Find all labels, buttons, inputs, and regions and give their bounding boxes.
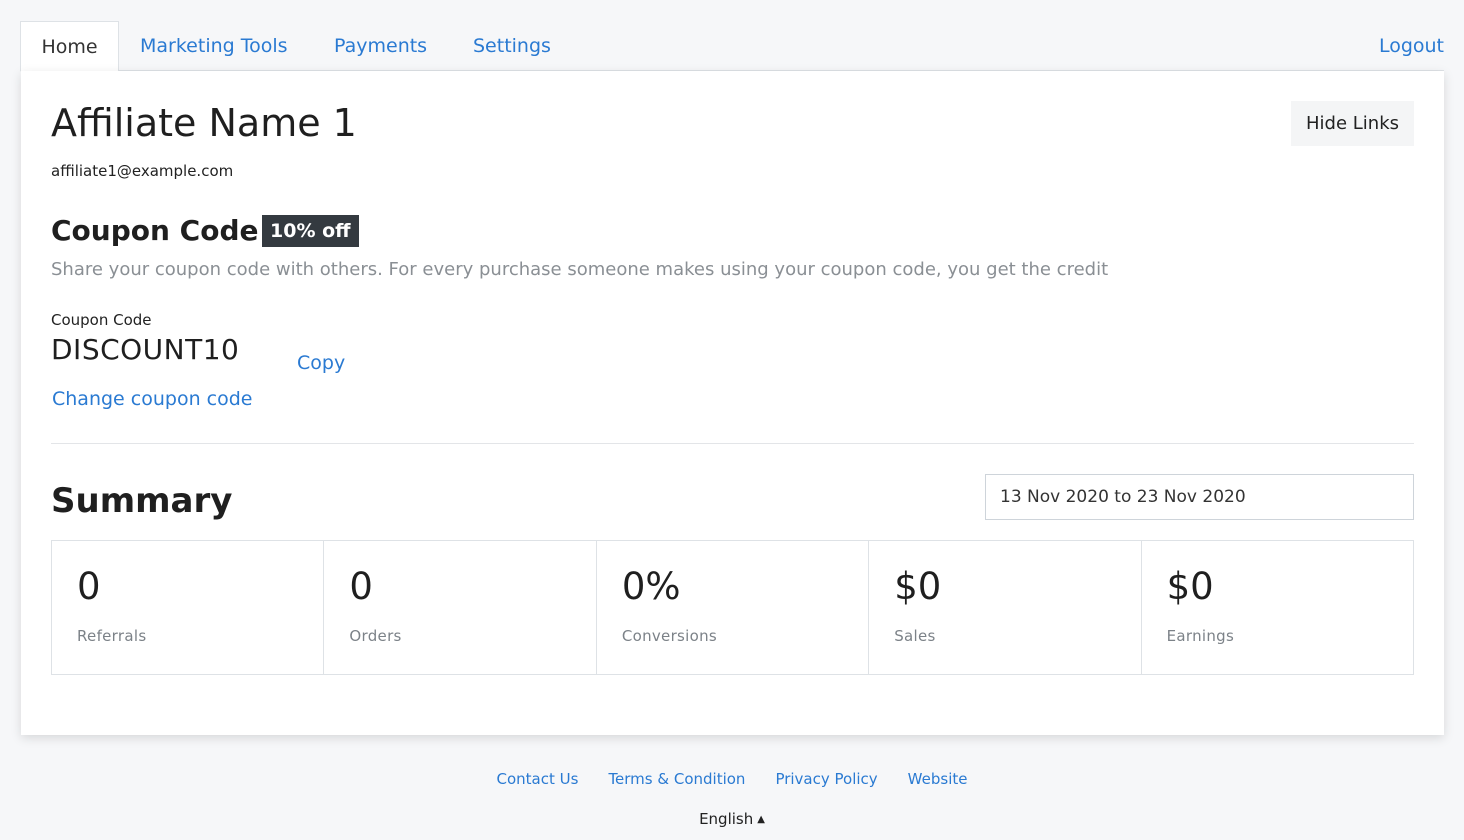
stat-value: $0 — [894, 565, 942, 608]
discount-badge: 10% off — [262, 215, 359, 247]
tab-payments[interactable]: Payments — [334, 21, 427, 71]
main-card: Affiliate Name 1 Hide Links affiliate1@e… — [21, 71, 1444, 735]
stat-sales: $0 Sales — [869, 541, 1142, 674]
language-label: English — [699, 810, 754, 828]
summary-stats: 0 Referrals 0 Orders 0% Conversions $0 S… — [51, 540, 1414, 675]
change-coupon-link[interactable]: Change coupon code — [52, 388, 252, 410]
language-selector[interactable]: English ▲ — [0, 810, 1464, 828]
date-range-input[interactable] — [985, 474, 1414, 520]
stat-label: Conversions — [621, 627, 718, 645]
coupon-code-value: DISCOUNT10 — [51, 333, 240, 366]
stat-value: 0 — [349, 565, 373, 608]
stat-label: Referrals — [77, 627, 147, 645]
summary-title: Summary — [51, 481, 233, 521]
stat-earnings: $0 Earnings — [1142, 541, 1413, 674]
tab-marketing-tools[interactable]: Marketing Tools — [140, 21, 288, 71]
stat-value: $0 — [1166, 565, 1214, 608]
footer-link-terms[interactable]: Terms & Condition — [608, 770, 745, 792]
footer-link-website[interactable]: Website — [908, 770, 968, 792]
affiliate-email: affiliate1@example.com — [51, 162, 234, 180]
caret-up-icon: ▲ — [757, 814, 765, 825]
stat-orders: 0 Orders — [324, 541, 597, 674]
stat-value: 0 — [77, 565, 101, 608]
coupon-code-heading: Coupon Code — [51, 214, 259, 247]
hide-links-button[interactable]: Hide Links — [1291, 101, 1414, 146]
stat-referrals: 0 Referrals — [52, 541, 325, 674]
stat-label: Sales — [894, 627, 936, 645]
stat-conversions: 0% Conversions — [597, 541, 870, 674]
section-divider — [51, 443, 1414, 444]
affiliate-name: Affiliate Name 1 — [51, 101, 357, 145]
coupon-description: Share your coupon code with others. For … — [51, 259, 1109, 280]
tab-settings[interactable]: Settings — [473, 21, 551, 71]
stat-value: 0% — [621, 565, 681, 608]
nav-tabs: Home Marketing Tools Payments Settings L… — [20, 21, 1444, 72]
stat-label: Earnings — [1166, 627, 1235, 645]
footer-link-privacy-policy[interactable]: Privacy Policy — [775, 770, 877, 792]
copy-coupon-link[interactable]: Copy — [297, 352, 345, 374]
coupon-code-label: Coupon Code — [51, 311, 152, 329]
footer-link-contact-us[interactable]: Contact Us — [497, 770, 579, 792]
stat-label: Orders — [349, 627, 402, 645]
tab-home[interactable]: Home — [20, 21, 119, 72]
logout-link[interactable]: Logout — [1379, 21, 1444, 71]
footer-links: Contact Us Terms & Condition Privacy Pol… — [0, 770, 1464, 792]
